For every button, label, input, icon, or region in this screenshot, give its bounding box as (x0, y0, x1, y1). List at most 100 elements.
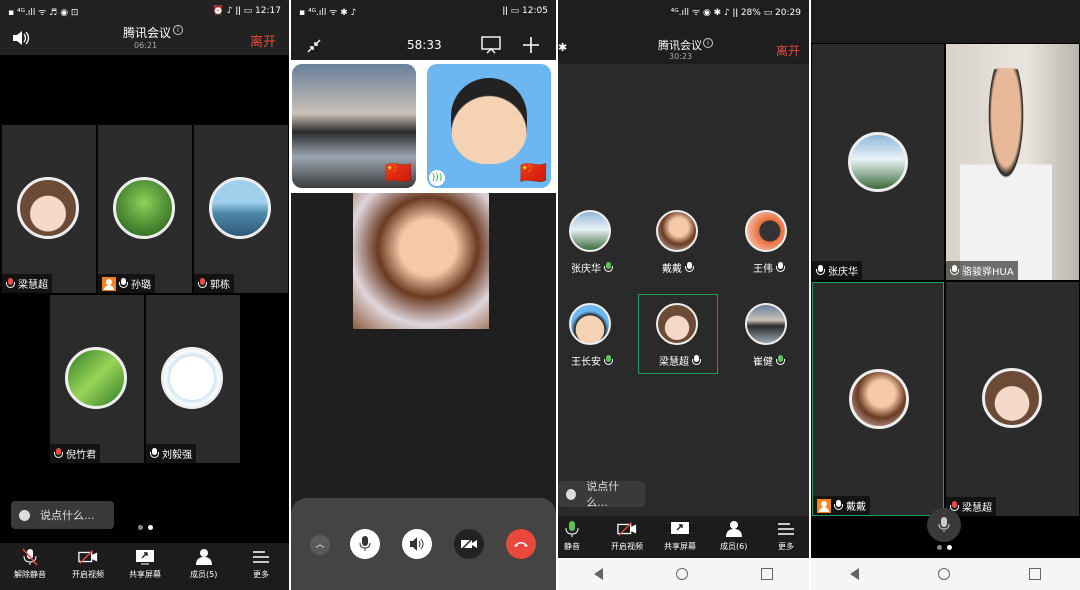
main-video[interactable] (353, 193, 489, 329)
meeting-title[interactable]: 腾讯会议 (123, 24, 171, 41)
avatar[interactable] (745, 210, 787, 252)
meeting-title[interactable]: 腾讯会议 (658, 37, 702, 53)
more-icon (251, 548, 271, 566)
mic-icon (562, 520, 582, 538)
avatar[interactable] (656, 210, 698, 252)
start-video-button[interactable]: 开启视频 (72, 548, 104, 580)
video-tile-landscape[interactable]: 🇨🇳 (292, 64, 416, 188)
participant-label: 梁慧超 (2, 274, 52, 293)
participant-label: 刘毅强 (146, 444, 196, 463)
mic-muted-icon (6, 278, 15, 289)
participant-tile[interactable]: 梁慧超 (2, 125, 96, 293)
members-button[interactable]: 成员(6) (720, 520, 747, 552)
participant-tile[interactable]: 张庆华 (812, 44, 944, 280)
host-icon (102, 276, 116, 291)
back-icon[interactable] (850, 568, 860, 580)
home-icon[interactable] (937, 568, 950, 580)
participant-name: 张庆华 (571, 260, 613, 275)
speaker-icon (410, 537, 424, 551)
home-icon[interactable] (675, 568, 688, 580)
mic-icon (604, 355, 613, 366)
chat-input[interactable]: 说点什么... (558, 480, 645, 509)
participant-tile[interactable]: 倪竹君 (50, 295, 144, 463)
members-icon (194, 548, 214, 566)
info-icon[interactable]: i (703, 38, 713, 48)
minimize-icon[interactable] (307, 38, 321, 53)
avatar[interactable] (569, 210, 611, 252)
avatar (848, 132, 908, 192)
video-tile-cartoon[interactable]: ))) 🇨🇳 (427, 64, 551, 188)
panel-meeting-members: ⁴ᴳ.ıll ᯤ ◉ ✱ ♪ ǀǀ 28% ▭ 20:29 ✱ 腾讯会议 i 3… (558, 0, 809, 590)
mute-button[interactable]: 静音 (562, 520, 582, 552)
meeting-timer: 06:21 (134, 41, 158, 50)
participant-label: 孙璐 (98, 274, 155, 293)
recents-icon[interactable] (760, 568, 773, 580)
cartoon-avatar (451, 78, 527, 164)
speaker-button[interactable] (402, 529, 432, 559)
mic-icon (359, 536, 371, 551)
recents-icon[interactable] (1028, 568, 1041, 580)
more-button[interactable]: 更多 (251, 548, 271, 580)
bluetooth-icon[interactable]: ✱ (558, 41, 567, 54)
participant-name: 王长安 (571, 353, 613, 368)
mic-muted-icon (54, 448, 63, 459)
camera-off-button[interactable] (454, 529, 484, 559)
share-screen-button[interactable]: 共享屏幕 (664, 520, 696, 552)
participant-tile[interactable]: 戴戴 (812, 282, 944, 516)
add-icon[interactable] (523, 37, 539, 53)
mic-icon (692, 355, 701, 366)
back-icon[interactable] (594, 568, 604, 580)
expand-button[interactable]: ︿ (310, 535, 330, 555)
mic-icon (776, 262, 785, 273)
mic-icon (776, 355, 785, 366)
avatar (982, 368, 1042, 428)
camera-off-icon (461, 538, 477, 550)
mic-icon (150, 448, 159, 459)
participant-tile[interactable]: 刘毅强 (146, 295, 240, 463)
status-bar: ▪ ⁴ᴳ.ıll ᯤ ♬ ◉ ⊡ ⏰ ♪ ǀǀ ▭ 12:17 (8, 6, 281, 18)
unmute-button[interactable]: 解除静音 (14, 548, 46, 580)
speaker-icon[interactable] (12, 30, 30, 45)
camera-off-icon (617, 520, 637, 538)
avatar[interactable] (569, 303, 611, 345)
page-indicator (937, 545, 952, 550)
leave-button[interactable]: 离开 (250, 31, 276, 50)
participant-tile[interactable]: 孙璐 (98, 125, 192, 293)
leave-button[interactable]: 离开 (776, 42, 800, 59)
video-tile[interactable]: 骆骏骅HUA (946, 44, 1079, 280)
share-screen-icon (670, 520, 690, 538)
mic-button[interactable] (350, 529, 380, 559)
info-icon[interactable]: i (173, 25, 183, 35)
participant-label: 戴戴 (813, 496, 870, 515)
participant-tile[interactable]: 郭栋 (194, 125, 288, 293)
members-button[interactable]: 成员(5) (190, 548, 217, 580)
avatar (849, 369, 909, 429)
mic-muted-icon (20, 548, 40, 566)
members-icon (724, 520, 744, 538)
participant-name: 崔健 (753, 353, 785, 368)
mic-icon (119, 278, 128, 289)
avatar (65, 347, 127, 409)
more-button[interactable]: 更多 (776, 520, 796, 552)
screen-cast-icon[interactable] (481, 36, 501, 54)
participant-tile[interactable]: 梁慧超 (946, 282, 1079, 516)
avatar (209, 177, 271, 239)
smile-icon (19, 509, 30, 521)
participant-label: 倪竹君 (50, 444, 100, 463)
floating-mic-button[interactable] (927, 508, 961, 542)
avatar (161, 347, 223, 409)
avatar (17, 177, 79, 239)
smile-icon (566, 488, 577, 500)
avatar[interactable] (745, 303, 787, 345)
mic-icon (938, 517, 950, 532)
chevron-up-icon: ︿ (315, 540, 325, 550)
end-call-button[interactable] (506, 529, 536, 559)
participant-label: 张庆华 (812, 261, 862, 280)
chat-input[interactable]: 说点什么... (11, 501, 114, 529)
call-timer: 58:33 (407, 38, 442, 52)
start-video-button[interactable]: 开启视频 (611, 520, 643, 552)
avatar[interactable] (656, 303, 698, 345)
host-icon (817, 498, 831, 513)
top-bar (811, 0, 1080, 43)
share-screen-button[interactable]: 共享屏幕 (129, 548, 161, 580)
